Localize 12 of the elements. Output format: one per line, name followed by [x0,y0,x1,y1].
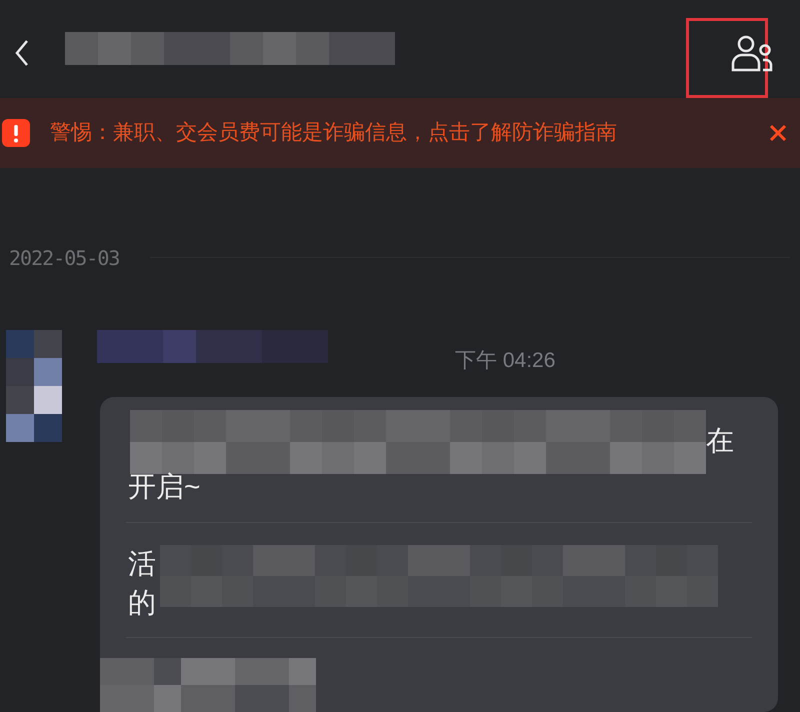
message-text: 开启~ [128,470,200,504]
close-icon[interactable] [769,124,787,142]
message-time: 下午 04:26 [455,348,556,374]
message-text: 活 [128,547,156,581]
warning-banner[interactable]: 警惕：兼职、交会员费可能是诈骗信息，点击了解防诈骗指南 [0,98,800,168]
warning-text: 警惕：兼职、交会员费可能是诈骗信息，点击了解防诈骗指南 [50,120,617,146]
back-icon[interactable] [14,38,30,68]
members-icon[interactable] [730,34,774,72]
warning-icon [2,119,30,147]
date-label: 2022-05-03 [9,245,120,272]
message-text: 在 [706,424,734,458]
message-text: 的 [128,586,156,620]
